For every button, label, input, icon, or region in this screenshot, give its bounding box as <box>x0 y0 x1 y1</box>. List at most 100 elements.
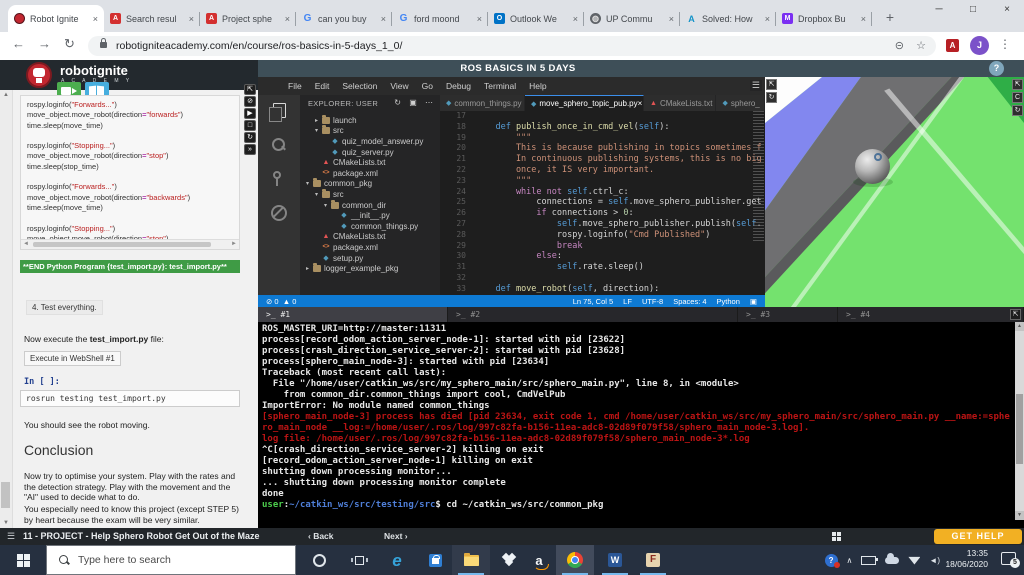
notebook-code-block[interactable]: rospy.loginfo("Forwards...") move_object.… <box>20 95 240 250</box>
next-button[interactable]: Next › <box>384 531 408 541</box>
menu-item-selection[interactable]: Selection <box>342 81 377 91</box>
browser-tab[interactable]: A Project sphe × <box>200 5 296 32</box>
taskbar-search[interactable]: Type here to search <box>46 545 296 575</box>
bookmark-star-icon[interactable]: ☆ <box>916 39 926 52</box>
close-icon[interactable]: × <box>381 14 386 24</box>
apps-grid-icon[interactable] <box>832 532 841 541</box>
tree-item[interactable]: <> package.xml <box>300 168 440 179</box>
tree-item[interactable]: ▾ src <box>300 188 440 200</box>
forward-all-icon[interactable]: » <box>244 144 256 155</box>
scroll-left-icon[interactable]: ◄ <box>23 241 29 247</box>
editor-tab[interactable]: ▲ CMakeLists.txt <box>644 95 717 111</box>
code-hscrollbar[interactable]: ◄ ► <box>21 239 239 249</box>
task-view-icon[interactable] <box>340 545 378 575</box>
menu-item-edit[interactable]: Edit <box>315 81 330 91</box>
scrollbar-thumb[interactable] <box>1016 394 1023 464</box>
browser-tab[interactable]: Gcan you buy × <box>296 5 392 32</box>
browser-tab[interactable]: M Dropbox Bu × <box>776 5 872 32</box>
gazebo-sim-view[interactable]: ⇱ ↻ ⇱ C ↻ <box>765 77 1024 307</box>
browser-tab[interactable]: ◍ UP Commu × <box>584 5 680 32</box>
scroll-right-icon[interactable]: ► <box>231 241 237 247</box>
scroll-up-icon[interactable]: ▲ <box>1015 322 1024 331</box>
menu-item-terminal[interactable]: Terminal <box>484 81 516 91</box>
browser-tab[interactable]: A Search resul × <box>104 5 200 32</box>
browser-tab[interactable]: Gford moond × <box>392 5 488 32</box>
chrome-icon[interactable] <box>556 545 594 575</box>
scrollbar-thumb[interactable] <box>1 482 10 508</box>
editor-more-icon[interactable]: ☰ <box>749 80 762 91</box>
files-icon[interactable] <box>269 103 286 122</box>
editor-tab[interactable]: ◆ sphero_ <box>716 95 765 111</box>
expand-icon[interactable]: ⇱ <box>766 79 777 90</box>
restart-icon[interactable]: ↻ <box>244 132 256 143</box>
tree-item[interactable]: ◆ quiz_model_answer.py <box>300 136 440 147</box>
url-text[interactable]: robotigniteacademy.com/en/course/ros-bas… <box>116 40 402 52</box>
status-item[interactable]: LF <box>623 297 632 306</box>
minimap[interactable] <box>753 111 764 241</box>
layout-icon[interactable]: ▣ <box>750 297 757 306</box>
menu-item-debug[interactable]: Debug <box>446 81 471 91</box>
notebook-scrollbar[interactable]: ▲ ▼ <box>0 90 13 528</box>
terminal-tab[interactable]: >_ #3 <box>738 307 838 322</box>
expand-icon[interactable]: ⇱ <box>1010 309 1021 320</box>
tree-item[interactable]: ◆ common_things.py <box>300 221 440 232</box>
browser-tab[interactable]: A Solved: How × <box>680 5 776 32</box>
filezilla-icon[interactable]: F <box>634 545 672 575</box>
search-icon[interactable] <box>271 137 287 153</box>
expand-icon[interactable]: ⇱ <box>244 84 256 95</box>
close-icon[interactable]: × <box>638 99 643 108</box>
word-icon[interactable]: W <box>596 545 634 575</box>
tree-item[interactable]: ▲ CMakeLists.txt <box>300 157 440 168</box>
tree-item[interactable]: <> package.xml <box>300 242 440 253</box>
close-icon[interactable]: × <box>861 14 866 24</box>
close-icon[interactable]: × <box>765 14 770 24</box>
new-tab-button[interactable]: + <box>880 8 900 28</box>
status-item[interactable]: Spaces: 4 <box>673 297 706 306</box>
get-help-button[interactable]: GET HELP <box>934 529 1022 544</box>
wifi-icon[interactable] <box>908 556 921 565</box>
pdf-extension-icon[interactable]: A <box>946 39 959 52</box>
explorer-actions[interactable]: ↻ ▣ ⋯ <box>394 98 436 107</box>
close-icon[interactable]: × <box>93 14 98 24</box>
refresh-icon[interactable]: ↻ <box>1012 105 1023 116</box>
battery-icon[interactable] <box>861 555 879 565</box>
profile-avatar[interactable]: J <box>970 36 989 55</box>
source-control-icon[interactable] <box>271 171 287 187</box>
status-item[interactable]: Ln 75, Col 5 <box>573 297 613 306</box>
zoom-icon[interactable]: ⊝ <box>895 39 904 52</box>
file-explorer-icon[interactable] <box>452 545 490 575</box>
minimize-button[interactable]: ─ <box>922 0 956 22</box>
forward-icon[interactable]: → <box>38 36 51 51</box>
tree-item[interactable]: ▸ launch <box>300 114 440 126</box>
chevron-up-icon[interactable]: ∧ <box>847 556 853 565</box>
status-right[interactable]: Ln 75, Col 5 LF UTF-8 Spaces: 4 Python ▣ <box>563 297 757 306</box>
edge-icon[interactable]: e <box>378 545 416 575</box>
debug-disabled-icon[interactable] <box>271 205 287 221</box>
help-tray-icon[interactable]: ? <box>824 553 840 568</box>
tree-item[interactable]: ▾ common_dir <box>300 199 440 211</box>
close-icon[interactable]: × <box>573 14 578 24</box>
browser-tab[interactable]: O Outlook We × <box>488 5 584 32</box>
close-icon[interactable]: × <box>669 14 674 24</box>
browser-tab[interactable]: Robot Ignite × <box>8 5 104 32</box>
tree-item[interactable]: ▾ common_pkg <box>300 178 440 190</box>
taskbar-clock[interactable]: 13:35 18/06/2020 <box>936 548 988 570</box>
status-item[interactable]: UTF-8 <box>642 297 663 306</box>
status-item[interactable]: Python <box>717 297 740 306</box>
amazon-icon[interactable]: a <box>520 545 558 575</box>
start-icon[interactable] <box>0 545 46 575</box>
scroll-up-icon[interactable]: ▲ <box>0 92 12 98</box>
problems-indicator[interactable]: ⊘ 0 ▲ 0 <box>266 297 296 306</box>
code-editor[interactable]: 17 18 def publish_once_in_cmd_vel(self): 1… <box>440 111 765 295</box>
close-button[interactable]: × <box>990 0 1024 22</box>
tree-item[interactable]: ◆ setup.py <box>300 253 440 264</box>
scroll-down-icon[interactable]: ▼ <box>1015 511 1024 520</box>
history-icon[interactable]: ▶ <box>244 108 256 119</box>
help-button[interactable]: ? <box>989 61 1004 76</box>
terminal-scrollbar[interactable]: ▲ ▼ <box>1015 322 1024 520</box>
close-icon[interactable]: × <box>285 14 290 24</box>
hide-icon[interactable]: ⊘ <box>244 96 256 107</box>
back-icon[interactable]: ← <box>12 36 25 51</box>
menu-item-file[interactable]: File <box>288 81 302 91</box>
tree-item[interactable]: ▾ src <box>300 125 440 137</box>
